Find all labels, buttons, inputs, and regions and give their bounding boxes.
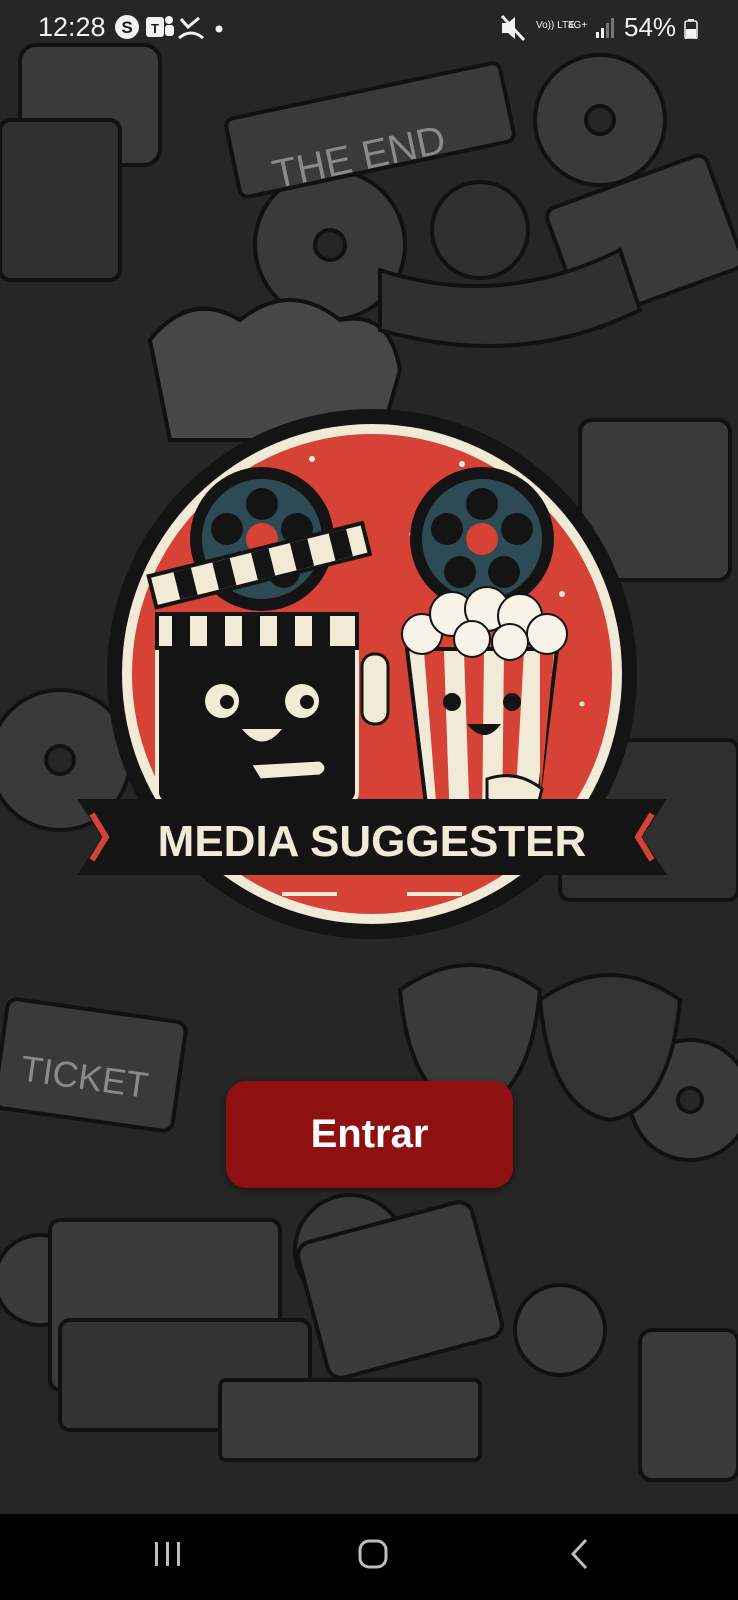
popcorn-character-icon <box>401 586 568 831</box>
mute-icon <box>500 14 526 42</box>
svg-text:T: T <box>151 21 159 36</box>
status-app-icons: S T <box>115 15 223 40</box>
teams-icon: T <box>146 16 174 37</box>
status-bar: 12:28 S T Vo)) LTE 4G+ 54% <box>0 0 738 54</box>
status-system-icons: Vo)) LTE 4G+ <box>500 14 614 42</box>
home-icon[interactable] <box>355 1536 391 1572</box>
navigation-bar <box>0 1514 738 1600</box>
signal-icon <box>596 18 614 38</box>
4g-plus-label: 4G+ <box>568 20 587 31</box>
logo-title: MEDIA SUGGESTER <box>158 817 587 866</box>
recent-apps-icon[interactable] <box>150 1536 186 1572</box>
status-time: 12:28 <box>38 12 106 42</box>
battery-icon <box>684 19 698 39</box>
back-icon[interactable] <box>562 1536 598 1572</box>
skype-icon: S <box>115 15 139 39</box>
missed-call-icon <box>178 16 204 40</box>
enter-button[interactable]: Entrar <box>226 1081 513 1188</box>
media-suggester-logo: MEDIA SUGGESTER <box>77 409 667 939</box>
svg-text:S: S <box>121 18 132 37</box>
notification-dot-icon <box>215 25 223 33</box>
battery-percent: 54% <box>624 12 677 42</box>
